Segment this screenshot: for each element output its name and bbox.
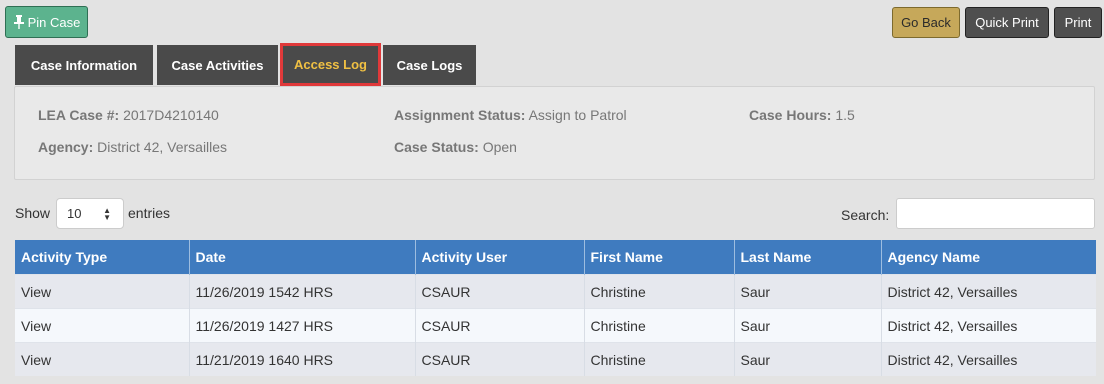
column-header-first-name[interactable]: First Name <box>584 240 735 275</box>
table-header-row: Activity Type Date Activity User First N… <box>15 240 1096 275</box>
go-back-button[interactable]: Go Back <box>892 7 960 38</box>
print-button[interactable]: Print <box>1054 7 1102 38</box>
cell-last-name: Saur <box>734 274 882 309</box>
column-header-agency-name[interactable]: Agency Name <box>881 240 1096 275</box>
tab-access-log[interactable]: Access Log <box>280 43 381 86</box>
column-header-date[interactable]: Date <box>189 240 416 275</box>
case-hours-field: Case Hours: 1.5 <box>749 107 855 123</box>
quick-print-button[interactable]: Quick Print <box>965 7 1049 38</box>
cell-date: 11/21/2019 1640 HRS <box>189 342 416 376</box>
cell-activity-type: View <box>15 342 190 376</box>
cell-activity-type: View <box>15 308 190 343</box>
column-header-activity-user[interactable]: Activity User <box>415 240 585 275</box>
cell-first-name: Christine <box>584 274 735 309</box>
pin-icon <box>13 15 24 29</box>
assignment-status-value: Assign to Patrol <box>528 107 627 123</box>
cell-activity-user: CSAUR <box>415 342 585 376</box>
agency-field: Agency: District 42, Versailles <box>38 139 227 155</box>
access-log-table: Activity Type Date Activity User First N… <box>15 240 1096 376</box>
entries-select-value: 10 <box>67 206 82 221</box>
cell-activity-type: View <box>15 274 190 309</box>
tab-case-information[interactable]: Case Information <box>15 45 153 85</box>
agency-label: Agency: <box>38 139 94 155</box>
search-input[interactable] <box>896 198 1095 229</box>
case-info-panel: LEA Case #: 2017D4210140 Agency: Distric… <box>14 86 1095 180</box>
agency-value: District 42, Versailles <box>97 139 228 155</box>
tab-case-activities[interactable]: Case Activities <box>157 45 278 85</box>
lea-case-field: LEA Case #: 2017D4210140 <box>38 107 219 123</box>
cell-agency-name: District 42, Versailles <box>881 342 1096 376</box>
cell-first-name: Christine <box>584 342 735 376</box>
case-status-field: Case Status: Open <box>394 139 517 155</box>
cell-last-name: Saur <box>734 308 882 343</box>
assignment-status-label: Assignment Status: <box>394 107 526 123</box>
search-label: Search: <box>841 207 890 223</box>
cell-date: 11/26/2019 1542 HRS <box>189 274 416 309</box>
cell-activity-user: CSAUR <box>415 308 585 343</box>
table-row: View 11/21/2019 1640 HRS CSAUR Christine… <box>15 342 1096 376</box>
entries-label: entries <box>128 205 171 221</box>
pin-case-label: Pin Case <box>27 14 81 30</box>
lea-case-label: LEA Case #: <box>38 107 120 123</box>
case-hours-label: Case Hours: <box>749 107 832 123</box>
show-label: Show <box>15 205 51 221</box>
cell-activity-user: CSAUR <box>415 274 585 309</box>
column-header-activity-type[interactable]: Activity Type <box>15 240 190 275</box>
cell-date: 11/26/2019 1427 HRS <box>189 308 416 343</box>
case-hours-value: 1.5 <box>835 107 855 123</box>
assignment-status-field: Assignment Status: Assign to Patrol <box>394 107 627 123</box>
tab-case-logs[interactable]: Case Logs <box>383 45 476 85</box>
entries-per-page-select[interactable]: 10 ▲ ▼ <box>56 198 124 229</box>
column-header-last-name[interactable]: Last Name <box>734 240 882 275</box>
pin-case-button[interactable]: Pin Case <box>5 6 88 38</box>
cell-last-name: Saur <box>734 342 882 376</box>
cell-first-name: Christine <box>584 308 735 343</box>
sort-arrows-icon: ▲ ▼ <box>103 206 111 222</box>
cell-agency-name: District 42, Versailles <box>881 274 1096 309</box>
table-row: View 11/26/2019 1427 HRS CSAUR Christine… <box>15 308 1096 343</box>
case-status-label: Case Status: <box>394 139 479 155</box>
table-row: View 11/26/2019 1542 HRS CSAUR Christine… <box>15 274 1096 309</box>
cell-agency-name: District 42, Versailles <box>881 308 1096 343</box>
case-status-value: Open <box>482 139 517 155</box>
lea-case-value: 2017D4210140 <box>123 107 219 123</box>
